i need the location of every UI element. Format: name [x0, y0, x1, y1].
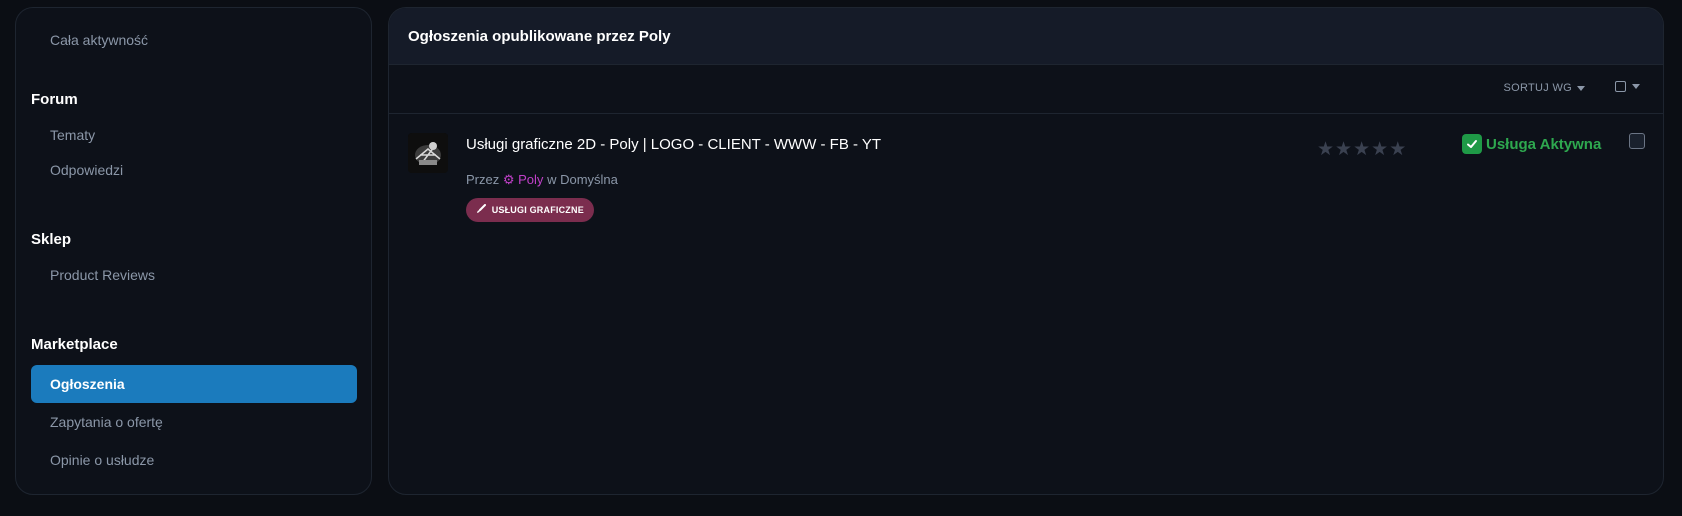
rating-stars: ★ ★ ★ ★ ★	[1317, 138, 1406, 161]
select-all-menu-button[interactable]	[1615, 81, 1640, 92]
listing-title[interactable]: Usługi graficzne 2D - Poly | LOGO - CLIE…	[466, 136, 881, 153]
sidebar-item-quote-requests[interactable]: Zapytania o ofertę	[31, 403, 357, 441]
listing-thumbnail[interactable]	[408, 133, 448, 173]
star-icon: ★	[1335, 139, 1353, 160]
chevron-down-icon	[1632, 84, 1640, 89]
page-title: Ogłoszenia opublikowane przez Poly	[389, 8, 1663, 65]
checkbox-icon	[1615, 81, 1626, 92]
status-badge: Usługa Aktywna	[1462, 134, 1601, 154]
sidebar-item-all-activity[interactable]: Cała aktywność	[31, 21, 357, 59]
brush-icon	[477, 204, 486, 213]
list-toolbar: SORTUJ WG	[389, 65, 1663, 114]
star-icon: ★	[1353, 139, 1371, 160]
row-select-checkbox[interactable]	[1629, 133, 1645, 149]
check-icon	[1462, 134, 1482, 154]
sidebar-heading-marketplace: Marketplace	[31, 336, 118, 353]
skeleton-image-icon	[408, 133, 448, 173]
main-panel: Ogłoszenia opublikowane przez Poly SORTU…	[388, 7, 1664, 495]
author-name: Poly	[518, 172, 544, 187]
sidebar-item-replies[interactable]: Odpowiedzi	[31, 151, 357, 189]
sort-button[interactable]: SORTUJ WG	[1503, 82, 1585, 94]
sidebar: Cała aktywność Forum Tematy Odpowiedzi S…	[15, 7, 372, 495]
star-icon: ★	[1371, 139, 1389, 160]
status-label: Usługa Aktywna	[1486, 135, 1602, 153]
listing-meta: Przez ⚙ Poly w Domyślna	[466, 172, 618, 188]
sidebar-item-listings[interactable]: Ogłoszenia	[31, 365, 357, 403]
star-icon: ★	[1389, 139, 1407, 160]
list-item: Usługi graficzne 2D - Poly | LOGO - CLIE…	[389, 114, 1663, 234]
category-link[interactable]: Domyślna	[560, 172, 618, 187]
in-word: w	[547, 172, 557, 187]
chevron-down-icon	[1577, 85, 1585, 91]
sidebar-heading-forum: Forum	[31, 91, 78, 108]
author-link[interactable]: ⚙ Poly	[503, 172, 547, 187]
tag-label: USŁUGI GRAFICZNE	[491, 205, 584, 215]
category-tag[interactable]: USŁUGI GRAFICZNE	[466, 198, 594, 222]
sidebar-item-topics[interactable]: Tematy	[31, 116, 357, 154]
gear-icon: ⚙	[502, 172, 515, 187]
sort-label: SORTUJ WG	[1503, 82, 1572, 94]
sidebar-item-product-reviews[interactable]: Product Reviews	[31, 256, 357, 294]
by-prefix: Przez	[466, 172, 500, 187]
sidebar-item-service-reviews[interactable]: Opinie o usłudze	[31, 441, 357, 479]
star-icon: ★	[1317, 139, 1335, 160]
sidebar-heading-shop: Sklep	[31, 231, 72, 248]
